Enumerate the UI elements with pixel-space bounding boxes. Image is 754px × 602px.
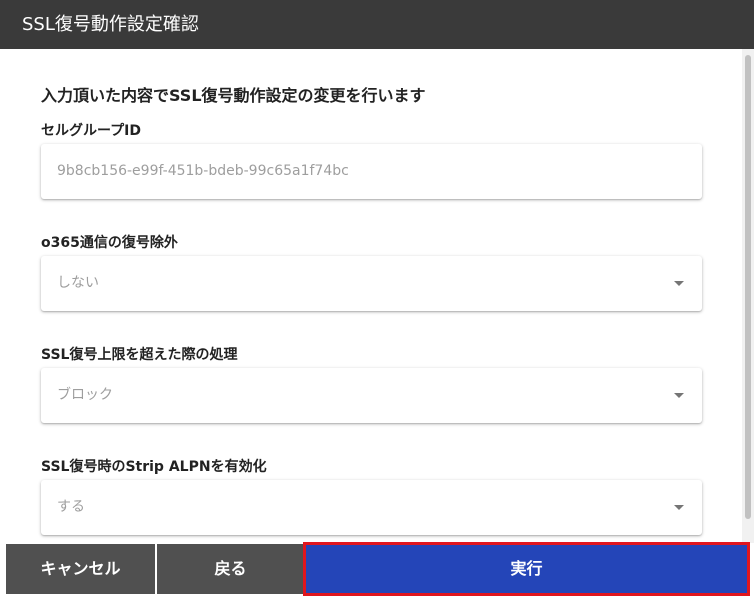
cell-group-id-label: セルグループID [41,123,141,139]
o365-exclusion-select[interactable]: しない [41,256,702,311]
strip-alpn-value: する [57,499,85,515]
strip-alpn-select[interactable]: する [41,480,702,535]
chevron-down-icon [674,505,684,510]
intro-text: 入力頂いた内容でSSL復号動作設定の変更を行います [41,86,426,105]
strip-alpn-label: SSL復号時のStrip ALPNを有効化 [41,459,267,475]
chevron-down-icon [674,281,684,286]
content-scrollbar[interactable] [742,49,754,543]
limit-exceeded-label: SSL復号上限を超えた際の処理 [41,347,238,363]
run-button[interactable]: 実行 [303,542,750,596]
dialog-title: SSL復号動作設定確認 [0,0,754,49]
limit-exceeded-select[interactable]: ブロック [41,368,702,423]
limit-exceeded-value: ブロック [57,387,113,403]
back-button[interactable]: 戻る [157,544,304,594]
cell-group-id-field[interactable]: 9b8cb156-e99f-451b-bdeb-99c65a1f74bc [41,144,702,199]
cell-group-id-value: 9b8cb156-e99f-451b-bdeb-99c65a1f74bc [57,163,349,179]
chevron-down-icon [674,393,684,398]
scrollbar-thumb[interactable] [745,55,751,519]
dialog-content: 入力頂いた内容でSSL復号動作設定の変更を行います セルグループID 9b8cb… [0,49,740,543]
o365-exclusion-label: o365通信の復号除外 [41,235,178,251]
o365-exclusion-value: しない [57,275,99,291]
dialog-footer: キャンセル 戻る 実行 [0,542,754,602]
confirm-dialog: SSL復号動作設定確認 入力頂いた内容でSSL復号動作設定の変更を行います セル… [0,0,754,602]
cancel-button[interactable]: キャンセル [6,544,155,594]
